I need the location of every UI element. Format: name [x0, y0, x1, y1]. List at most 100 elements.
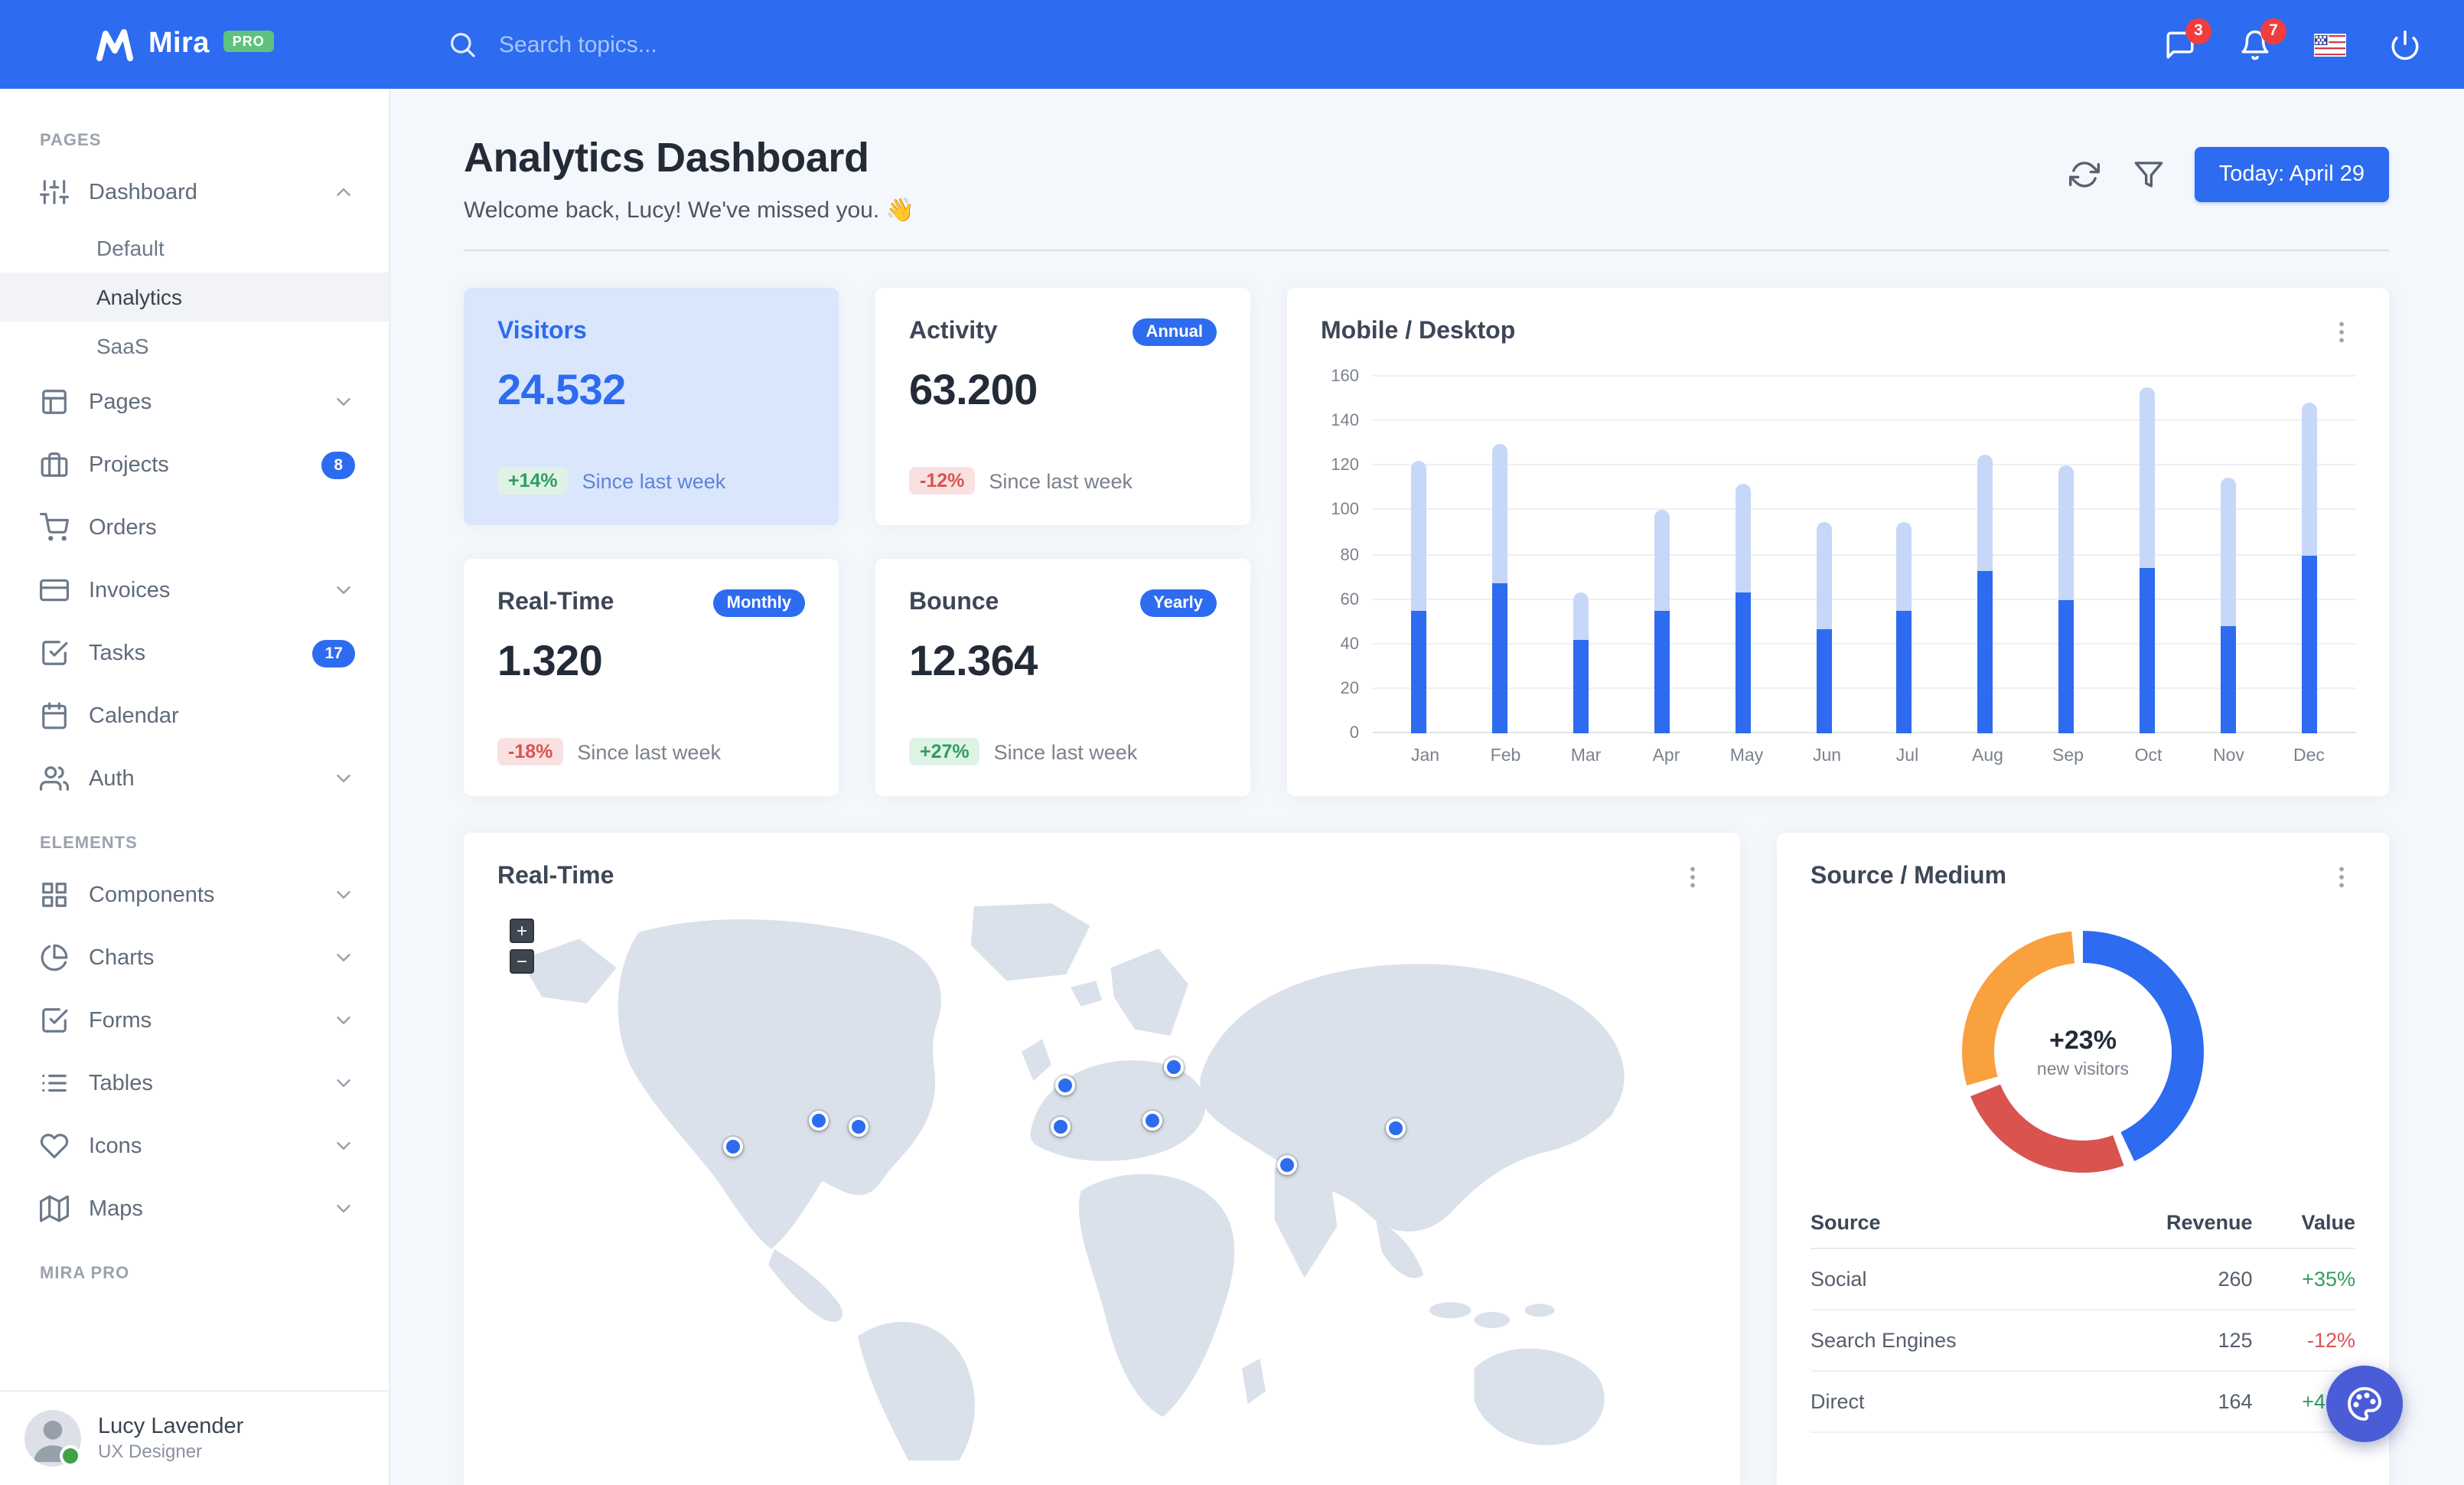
card-menu-button[interactable] — [2328, 318, 2355, 346]
x-tick-label: Nov — [2213, 747, 2244, 765]
bar-segment-desktop — [1573, 592, 1589, 640]
bar-segment-mobile — [2058, 599, 2075, 733]
refresh-button[interactable] — [2066, 156, 2103, 193]
y-tick-label: 100 — [1331, 501, 1359, 520]
map-marker[interactable] — [1142, 1111, 1163, 1131]
sidebar-item-auth[interactable]: Auth — [0, 747, 389, 810]
users-icon — [40, 764, 69, 793]
check-square-icon — [40, 638, 69, 667]
sidebar: PAGES Dashboard Default Analytics SaaS Pages P… — [0, 89, 390, 1485]
cell-revenue: 164 — [2088, 1371, 2253, 1433]
messages-button[interactable]: 3 — [2164, 18, 2211, 60]
language-flag-button[interactable] — [2314, 28, 2346, 60]
bar-segment-desktop — [2139, 387, 2155, 569]
date-range-button[interactable]: Today: April 29 — [2194, 147, 2389, 202]
sidebar-item-icons[interactable]: Icons — [0, 1115, 389, 1177]
sidebar-section-label-elements: ELEMENTS — [40, 834, 138, 853]
world-map[interactable]: + − — [497, 903, 1706, 1461]
chevron-down-icon — [332, 1009, 355, 1032]
power-button[interactable] — [2389, 28, 2421, 60]
y-tick-label: 0 — [1349, 724, 1359, 742]
map-marker[interactable] — [1385, 1118, 1406, 1138]
user-name: Lucy Lavender — [98, 1414, 244, 1439]
credit-card-icon — [40, 576, 69, 605]
donut-chart[interactable]: +23% new visitors — [1962, 931, 2204, 1173]
cell-revenue: 125 — [2088, 1310, 2253, 1372]
chevron-up-icon — [332, 181, 355, 204]
y-tick-label: 40 — [1340, 635, 1360, 654]
header-actions: Today: April 29 — [2066, 147, 2389, 202]
sidebar-item-default[interactable]: Default — [0, 224, 389, 273]
stat-period-badge: Annual — [1132, 318, 1217, 346]
bar-segment-mobile — [1896, 610, 1912, 733]
bar-segment-desktop — [1977, 454, 1993, 571]
card-menu-button[interactable] — [2328, 863, 2355, 891]
stat-title: Bounce — [909, 589, 999, 615]
bar-apr — [1621, 377, 1703, 733]
bar-segment-mobile — [1816, 628, 1832, 733]
sidebar-item-analytics[interactable]: Analytics — [0, 273, 389, 321]
sidebar-item-projects[interactable]: Projects 8 — [0, 433, 389, 496]
bar-segment-mobile — [1654, 610, 1670, 733]
sidebar-item-dashboard[interactable]: Dashboard — [0, 161, 389, 224]
pro-badge: PRO — [223, 31, 274, 52]
grid-icon — [40, 880, 69, 909]
stat-card-real-time: Real-Time Monthly 1.320 -18% Since last … — [464, 559, 839, 796]
cell-value: +35% — [2252, 1248, 2355, 1310]
sidebar-item-charts[interactable]: Charts — [0, 926, 389, 989]
bar-segment-mobile — [2220, 626, 2236, 733]
more-vertical-icon — [1690, 867, 1695, 888]
sidebar-item-pages[interactable]: Pages — [0, 370, 389, 433]
card-menu-button[interactable] — [1679, 863, 1706, 891]
notifications-button[interactable]: 7 — [2239, 18, 2286, 60]
bar-segment-desktop — [1654, 510, 1670, 611]
chevron-down-icon — [332, 579, 355, 602]
sidebar-item-saas[interactable]: SaaS — [0, 321, 389, 370]
bar-segment-desktop — [1816, 521, 1832, 629]
us-flag-icon — [2314, 33, 2346, 56]
main-content: Analytics Dashboard Welcome back, Lucy! … — [390, 89, 2464, 1485]
sliders-icon — [40, 178, 69, 207]
theme-settings-fab[interactable] — [2326, 1366, 2403, 1442]
map-marker[interactable] — [723, 1137, 744, 1157]
map-zoom-out-button[interactable]: − — [510, 949, 534, 974]
stat-title: Real-Time — [497, 589, 614, 615]
sidebar-item-orders[interactable]: Orders — [0, 496, 389, 559]
bar-segment-desktop — [2220, 477, 2236, 627]
sidebar-item-calendar[interactable]: Calendar — [0, 684, 389, 747]
bar-chart-x-axis: Jan Feb Mar Apr May Jun Jul Aug Sep Oct Nov Dec — [1379, 747, 2355, 765]
sidebar-item-forms[interactable]: Forms — [0, 989, 389, 1052]
map-marker[interactable] — [1051, 1116, 1071, 1137]
stat-caption: Since last week — [993, 740, 1138, 763]
sidebar-section-label-mira-pro: MIRA PRO — [40, 1265, 130, 1283]
map-zoom-in-button[interactable]: + — [510, 919, 534, 943]
map-marker[interactable] — [809, 1111, 829, 1131]
x-tick-label: Jun — [1812, 747, 1842, 765]
stat-value: 12.364 — [909, 637, 1038, 684]
map-marker[interactable] — [849, 1116, 869, 1137]
bar-feb — [1460, 377, 1541, 733]
bar-chart-plot[interactable] — [1373, 375, 2355, 733]
stat-delta: +14% — [497, 467, 569, 494]
sidebar-item-invoices[interactable]: Invoices — [0, 559, 389, 622]
sidebar-user[interactable]: Lucy Lavender UX Designer — [0, 1390, 389, 1485]
x-tick-label: May — [1729, 747, 1764, 765]
bar-dec — [2268, 377, 2349, 733]
stat-caption: Since last week — [577, 740, 721, 763]
sidebar-item-components[interactable]: Components — [0, 863, 389, 926]
sidebar-count-badge: 17 — [312, 639, 355, 667]
map-marker[interactable] — [1164, 1056, 1185, 1077]
stat-period-badge: Monthly — [712, 589, 805, 617]
sidebar-item-tables[interactable]: Tables — [0, 1052, 389, 1115]
bar-segment-desktop — [1492, 443, 1508, 584]
x-tick-label: Apr — [1652, 747, 1680, 765]
search-input[interactable] — [496, 30, 900, 59]
brand[interactable]: Mira PRO — [0, 28, 389, 61]
map-marker[interactable] — [1055, 1075, 1076, 1096]
bar-segment-desktop — [2058, 465, 2075, 600]
filter-button[interactable] — [2130, 156, 2167, 193]
sidebar-item-maps[interactable]: Maps — [0, 1177, 389, 1240]
map-marker[interactable] — [1276, 1155, 1297, 1176]
sidebar-item-tasks[interactable]: Tasks 17 — [0, 622, 389, 684]
bar-nov — [2188, 377, 2269, 733]
